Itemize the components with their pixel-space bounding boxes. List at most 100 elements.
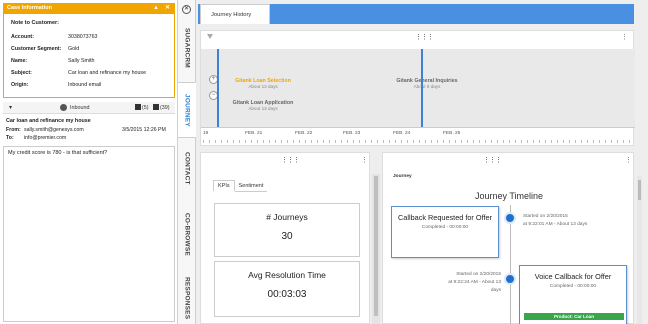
email-from: From: sally.smith@genesys.com	[6, 127, 84, 133]
field-value: Gold	[68, 46, 80, 52]
event-started: Started on 2/20/2015	[456, 272, 501, 277]
collapse-icon[interactable]: ▲	[153, 3, 159, 14]
field-key: Customer Segment:	[11, 46, 62, 52]
globe-icon	[504, 212, 516, 224]
event-subtitle: About 13 days	[248, 84, 278, 89]
close-panel-icon[interactable]: ✕	[182, 5, 191, 14]
field-customer-segment: Customer Segment: Gold	[11, 46, 79, 52]
email-date: 3/5/2015 12:26 PM	[122, 127, 166, 133]
tab-label: JOURNEY	[183, 93, 191, 127]
scroll-thumb[interactable]	[374, 176, 378, 316]
timeline-event[interactable]: Gitank General Inquiries About 9 days	[387, 78, 467, 89]
axis-label: FEB. 22	[295, 131, 313, 136]
timeline-area[interactable]: + − Gitank Loan Selection About 13 days …	[201, 49, 635, 127]
drag-handle-icon[interactable]: ⋮⋮⋮	[415, 33, 434, 41]
event-subtitle: About 9 days	[413, 84, 441, 89]
timeline-axis: 19 FEB. 21 FEB. 22 FEB. 23 FEB. 24 FEB. …	[201, 127, 635, 147]
event-meta: Started on 2/20/2015 at 9:22:01 AM - Abo…	[523, 213, 587, 229]
field-key: Subject:	[11, 70, 32, 76]
scroll-thumb[interactable]	[638, 180, 641, 200]
filter-icon[interactable]	[207, 34, 213, 40]
tab-bar: Journey History	[198, 4, 634, 24]
interaction-bar[interactable]: ▾ Inbound (5) (39)	[3, 102, 175, 114]
kpi-tabs: KPIs Sentiment	[213, 180, 268, 192]
journey-timeline-panel: ⋮⋮⋮ ⋮ Journey Journey Timeline Callback …	[382, 152, 634, 324]
tab-label: CO-BROWSE	[183, 212, 191, 256]
drag-handle-icon[interactable]: ⋮⋮⋮	[483, 156, 502, 164]
event-title: Callback Requested for Offer	[398, 213, 492, 222]
tab-co-browse[interactable]: CO-BROWSE	[178, 208, 196, 260]
event-title: Voice Callback for Offer	[534, 272, 612, 281]
field-subject: Subject: Car loan and refinance my house	[11, 70, 146, 76]
event-status: Completed - 00:00:00	[549, 284, 597, 289]
contacts-count[interactable]: (39)	[153, 102, 170, 114]
email-body[interactable]: My credit score is 780 - is that suffici…	[3, 146, 175, 322]
from-label: From:	[6, 127, 21, 133]
event-status: Completed - 00:00:00	[421, 225, 469, 230]
tab-label: RESPONSES	[183, 276, 191, 320]
kpi-label: # Journeys	[266, 212, 308, 222]
event-time: at 9:22:01 AM - About 13 days	[523, 222, 588, 227]
contact-icon	[153, 104, 159, 110]
axis-label: FEB. 25	[443, 131, 461, 136]
attachments-count-label: (5)	[142, 105, 149, 111]
field-origin: Origin: Inbound email	[11, 82, 101, 88]
axis-ticks	[203, 140, 631, 143]
timeline-event[interactable]: Gitank Loan Selection About 13 days	[223, 78, 303, 89]
tab-sugarcrm[interactable]: SUGARCRM	[178, 24, 196, 72]
kpi-scrollbar[interactable]	[372, 174, 380, 324]
chevron-down-icon[interactable]: ▾	[9, 102, 12, 114]
more-options-icon[interactable]: ⋮	[361, 156, 368, 164]
tab-kpis[interactable]: KPIs	[213, 180, 235, 191]
tab-label: SUGARCRM	[183, 28, 191, 68]
app-root: Case Information ▲ ✕ Note to Customer: A…	[0, 0, 648, 324]
attachment-icon	[135, 104, 141, 110]
field-value: Sally Smith	[68, 58, 95, 64]
tab-journey-history[interactable]: Journey History	[200, 4, 270, 24]
inbound-icon	[60, 104, 67, 111]
more-options-icon[interactable]: ⋮	[621, 33, 628, 41]
axis-label: FEB. 24	[393, 131, 411, 136]
contacts-count-label: (39)	[160, 105, 170, 111]
tab-contact[interactable]: CONTACT	[178, 148, 196, 188]
to-value: info@premier.com	[24, 135, 67, 141]
kpi-card-avg-resolution: Avg Resolution Time 00:03:03	[214, 261, 360, 317]
tab-responses[interactable]: RESPONSES	[178, 274, 196, 322]
journey-history-panel: ⋮⋮⋮ ⋮ + − Gitank Loan Selection About 13…	[200, 30, 635, 147]
field-key: Account:	[11, 34, 34, 40]
field-value: Car loan and refinance my house	[68, 70, 147, 76]
interaction-type: Inbound	[70, 105, 90, 111]
journey-title: Journey Timeline	[474, 191, 544, 201]
axis-label: FEB. 23	[343, 131, 361, 136]
journey-scrollbar[interactable]	[637, 176, 642, 324]
case-info-title: Case Information	[7, 5, 52, 11]
journey-event-card[interactable]: Voice Callback for Offer Completed - 00:…	[519, 265, 627, 324]
email-subject: Car loan and refinance my house	[6, 118, 91, 124]
timeline-event[interactable]: Gitank Loan Application About 13 days	[223, 100, 303, 111]
timeline-marker	[217, 49, 219, 127]
more-options-icon[interactable]: ⋮	[625, 156, 632, 164]
event-meta: Started on 2/20/2015 at 9:22:24 AM - Abo…	[441, 271, 501, 295]
field-value: 3038073763	[68, 34, 98, 40]
axis-label: 19	[203, 131, 209, 136]
kpi-value: 00:03:03	[267, 289, 307, 300]
journey-label: Journey	[393, 174, 412, 179]
event-started: Started on 2/20/2015	[523, 214, 568, 219]
tab-label: CONTACT	[183, 151, 191, 185]
product-badge: Product: Car Loan	[524, 313, 624, 320]
kpi-panel: ⋮⋮⋮ ⋮ KPIs Sentiment # Journeys 30 Avg Re…	[200, 152, 370, 324]
left-panel: Case Information ▲ ✕ Note to Customer: A…	[0, 0, 178, 324]
tab-sentiment[interactable]: Sentiment	[234, 181, 268, 192]
attachments-count[interactable]: (5)	[135, 102, 149, 114]
drag-handle-icon[interactable]: ⋮⋮⋮	[281, 156, 300, 164]
field-name: Name: Sally Smith	[11, 58, 95, 64]
close-icon[interactable]: ✕	[165, 3, 170, 14]
case-info-header[interactable]: Case Information ▲ ✕	[3, 3, 175, 14]
field-value: Inbound email	[68, 82, 102, 88]
journey-event-card[interactable]: Callback Requested for Offer Completed -…	[391, 206, 499, 258]
timeline-marker	[421, 49, 423, 127]
note-title: Note to Customer:	[11, 20, 59, 26]
tab-journey[interactable]: JOURNEY	[178, 82, 196, 138]
axis-label: FEB. 21	[245, 131, 263, 136]
phone-icon	[504, 273, 516, 285]
